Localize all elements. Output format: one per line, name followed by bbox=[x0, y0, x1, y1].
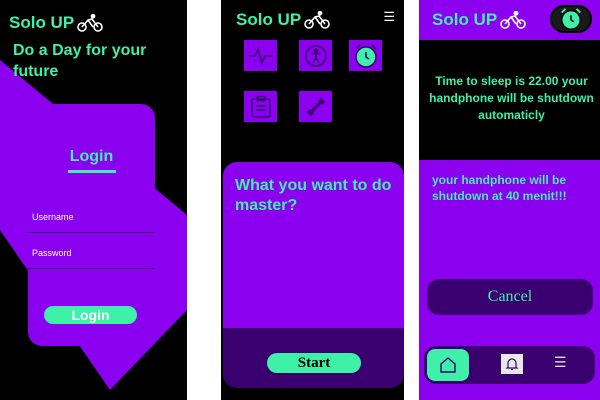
sleep-message: Time to sleep is 22.00 your handphone wi… bbox=[429, 74, 594, 122]
login-screen: Solo UP Do a Day for your future Login U… bbox=[0, 0, 187, 400]
shutdown-panel: your handphone will be shutdown at 40 me… bbox=[419, 160, 600, 360]
login-card: Login Username Password Login bbox=[28, 104, 155, 346]
alarm-clock-icon[interactable] bbox=[550, 5, 592, 33]
login-button[interactable]: Login bbox=[44, 306, 137, 324]
hamburger-icon[interactable]: ☰ bbox=[383, 9, 395, 25]
bell-icon[interactable] bbox=[501, 354, 523, 374]
cancel-button[interactable]: Cancel bbox=[427, 279, 593, 315]
start-button[interactable]: Start bbox=[267, 353, 361, 373]
brand-name: Solo UP bbox=[432, 10, 498, 29]
login-title: Login bbox=[69, 148, 114, 165]
username-label: Username bbox=[32, 212, 74, 222]
tagline: Do a Day for your future bbox=[13, 42, 147, 80]
brand-logo: Solo UP bbox=[9, 13, 103, 33]
heartbeat-icon[interactable] bbox=[244, 40, 277, 71]
question-panel: What you want to do master? Start bbox=[223, 162, 404, 388]
home-screen: Solo UP ☰ What you want to do master? St… bbox=[221, 0, 404, 400]
hamburger-icon[interactable]: ☰ bbox=[554, 354, 567, 371]
brand-logo: Solo UP bbox=[236, 10, 330, 30]
cyclist-icon bbox=[77, 14, 103, 32]
brand-name: Solo UP bbox=[9, 13, 75, 32]
password-field[interactable] bbox=[28, 268, 155, 269]
brand-name: Solo UP bbox=[236, 10, 302, 29]
alarm-screen: Solo UP Time to sleep is 22.00 your hand… bbox=[419, 0, 600, 400]
accessibility-icon[interactable] bbox=[299, 40, 332, 71]
bottom-nav: ☰ bbox=[424, 346, 595, 384]
password-label: Password bbox=[32, 248, 72, 258]
cyclist-icon bbox=[500, 11, 526, 29]
username-field[interactable] bbox=[28, 232, 155, 233]
alarm-clock-icon[interactable] bbox=[349, 40, 382, 71]
dumbbell-icon[interactable] bbox=[299, 91, 332, 122]
shutdown-message: your handphone will be shutdown at 40 me… bbox=[432, 173, 567, 203]
brand-logo: Solo UP bbox=[432, 10, 526, 30]
home-icon[interactable] bbox=[427, 349, 469, 381]
cyclist-icon bbox=[304, 11, 330, 29]
login-title-underline bbox=[68, 170, 116, 173]
clipboard-icon[interactable] bbox=[244, 91, 277, 122]
question-text: What you want to do master? bbox=[235, 177, 392, 214]
